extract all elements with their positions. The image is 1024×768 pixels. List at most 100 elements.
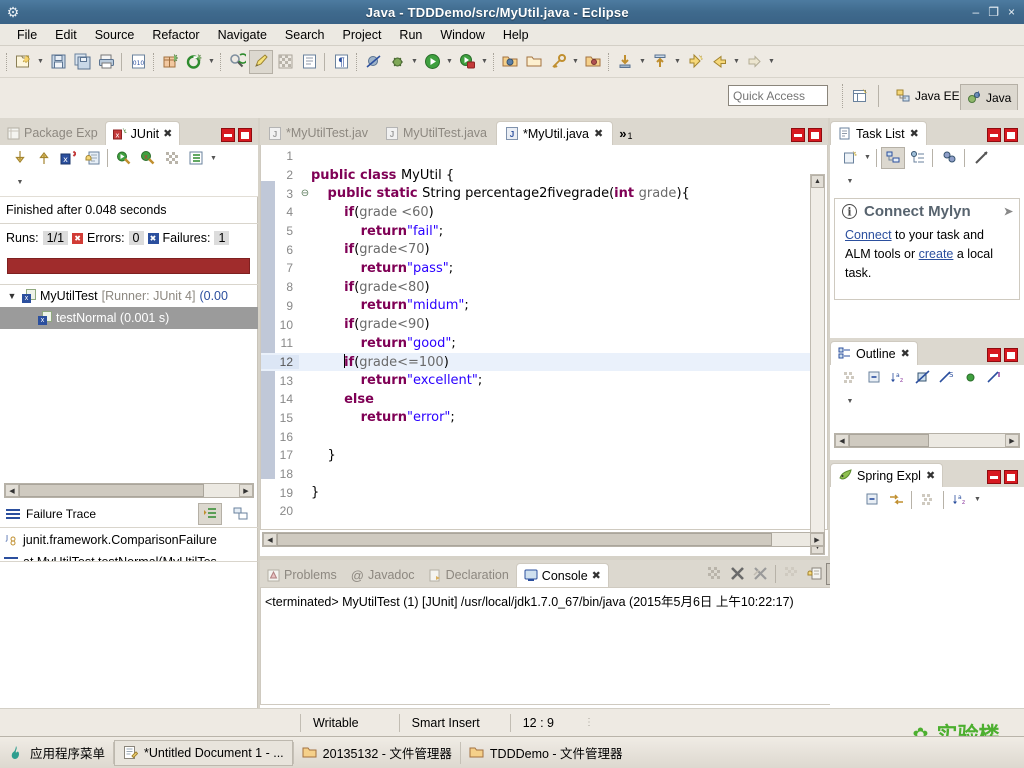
app-menu-button[interactable]: 应用程序菜单 — [0, 740, 113, 766]
code-line[interactable]: 11 return"good"; — [261, 334, 821, 353]
create-link[interactable]: create — [919, 247, 954, 261]
menu-file[interactable]: File — [8, 26, 46, 44]
next-failure-icon[interactable] — [8, 147, 32, 169]
editor-maximize-button[interactable] — [808, 128, 822, 142]
open-file-icon[interactable] — [498, 50, 522, 74]
new-task-dropdown-icon[interactable]: ▼ — [862, 146, 873, 170]
tab-declaration[interactable]: Declaration — [422, 563, 516, 587]
new-class-dropdown-icon[interactable]: ▼ — [206, 50, 217, 74]
editor-text-area[interactable]: 1 2 public class MyUtil {3 ⊖ public static … — [260, 145, 828, 555]
tab-spring-explorer[interactable]: Spring Expl ✖ — [830, 463, 944, 487]
task-list-maximize-button[interactable] — [1004, 128, 1018, 142]
menu-edit[interactable]: Edit — [46, 26, 86, 44]
rerun-failed-tests-icon[interactable]: x — [136, 147, 160, 169]
tree-row[interactable]: x testNormal (0.001 s) — [0, 307, 258, 329]
scheduled-presentation-icon[interactable] — [905, 147, 929, 169]
code-line[interactable]: 9 return"midum"; — [261, 297, 821, 316]
spring-minimize-button[interactable] — [987, 470, 1001, 484]
pilcrow-icon[interactable]: ¶ — [329, 50, 353, 74]
upload-dropdown-icon[interactable]: ▼ — [672, 50, 683, 74]
scrollbar-thumb[interactable] — [19, 484, 204, 497]
collapse-all-icon[interactable] — [862, 367, 886, 389]
new-perspective-icon[interactable] — [850, 86, 870, 106]
code-line[interactable]: 5 return"fail"; — [261, 222, 821, 241]
task-list-minimize-button[interactable] — [987, 128, 1001, 142]
rerun-test-icon[interactable] — [112, 147, 136, 169]
junit-minimize-button[interactable] — [221, 128, 235, 142]
tab-spring-explorer-close-icon[interactable]: ✖ — [926, 469, 935, 482]
stop-test-icon[interactable] — [160, 147, 184, 169]
run-icon[interactable] — [420, 50, 444, 74]
hide-non-public-icon[interactable] — [958, 367, 982, 389]
junit-tree-horizontal-scrollbar[interactable]: ◀ ▶ — [4, 483, 254, 498]
download-dropdown-icon[interactable]: ▼ — [637, 50, 648, 74]
collapse-all-icon[interactable] — [860, 489, 884, 511]
back-dropdown-icon[interactable]: ▼ — [731, 50, 742, 74]
code-line[interactable]: 14 else — [261, 390, 821, 409]
debug-dropdown-icon[interactable]: ▼ — [409, 50, 420, 74]
menu-refactor[interactable]: Refactor — [143, 26, 208, 44]
scrollbar-thumb[interactable] — [277, 533, 772, 546]
code-line[interactable]: 3 ⊖ public static String percentage2fiveg… — [261, 184, 821, 203]
scroll-lock-icon[interactable] — [80, 147, 104, 169]
toggle-mark-occurrences-icon[interactable] — [249, 49, 273, 74]
taskbar-item-tdddemo[interactable]: TDDDemo - 文件管理器 — [461, 740, 631, 766]
upload-icon[interactable] — [648, 50, 672, 74]
new-task-icon[interactable] — [838, 147, 862, 169]
remove-all-launches-icon[interactable] — [749, 563, 772, 585]
fold-collapse-icon[interactable]: ⊖ — [299, 188, 311, 199]
code-line[interactable]: 20 — [261, 502, 821, 521]
tab-task-list-close-icon[interactable]: ✖ — [910, 127, 919, 140]
forward-dropdown-icon[interactable]: ▼ — [766, 50, 777, 74]
stack-trace-filter-icon[interactable] — [228, 503, 252, 525]
menu-run[interactable]: Run — [390, 26, 431, 44]
restore-button[interactable]: ❐ — [988, 5, 999, 19]
focus-on-workweek-icon[interactable] — [937, 147, 961, 169]
chevron-down-icon[interactable]: ▼ — [6, 291, 18, 301]
test-run-history-icon[interactable] — [184, 147, 208, 169]
clear-console-icon[interactable] — [780, 563, 803, 585]
spring-maximize-button[interactable] — [1004, 470, 1018, 484]
hide-fields-icon[interactable] — [910, 367, 934, 389]
editor-vertical-scrollbar[interactable]: ▲ ▼ — [810, 174, 825, 555]
code-line[interactable]: 15 return"error"; — [261, 409, 821, 428]
tab-outline[interactable]: Outline ✖ — [830, 341, 918, 365]
outline-chevron-down-icon[interactable]: ▼ — [838, 389, 862, 413]
code-line[interactable]: 17 } — [261, 446, 821, 465]
scroll-left-arrow-icon[interactable]: ◀ — [835, 434, 849, 447]
sort-icon[interactable]: az — [886, 367, 910, 389]
back-highlight-icon[interactable] — [683, 50, 707, 74]
open-resource-icon[interactable] — [581, 50, 605, 74]
scroll-left-arrow-icon[interactable]: ◀ — [5, 484, 19, 497]
scroll-right-arrow-icon[interactable]: ▶ — [810, 533, 824, 546]
code-line[interactable]: 7 return"pass"; — [261, 259, 821, 278]
hide-local-types-icon[interactable] — [982, 367, 1006, 389]
code-line[interactable]: 13 return"excellent"; — [261, 371, 821, 390]
hide-static-icon[interactable]: S — [934, 367, 958, 389]
scroll-lock-icon[interactable] — [803, 563, 826, 585]
print-icon[interactable] — [94, 50, 118, 74]
source-code[interactable]: 1 2 public class MyUtil {3 ⊖ public static … — [261, 147, 821, 521]
link-with-editor-icon[interactable] — [884, 489, 908, 511]
code-line[interactable]: 1 — [261, 147, 821, 166]
new-wizard-icon[interactable] — [11, 50, 35, 74]
junit-maximize-button[interactable] — [238, 128, 252, 142]
open-type-icon[interactable] — [225, 50, 249, 74]
new-folder-icon[interactable] — [522, 50, 546, 74]
download-icon[interactable] — [613, 50, 637, 74]
run-external-tools-icon[interactable] — [455, 50, 479, 74]
categorized-presentation-icon[interactable] — [881, 146, 905, 169]
scroll-up-arrow-icon[interactable]: ▲ — [811, 175, 824, 188]
outline-minimize-button[interactable] — [987, 348, 1001, 362]
editor-overflow-icon[interactable]: » — [619, 126, 626, 141]
show-failures-only-icon[interactable]: x ✖ — [56, 147, 80, 169]
editor-tab-myutiltest-dirty[interactable]: J *MyUtilTest.jav — [260, 121, 377, 145]
code-line[interactable]: 10 if(grade<90) — [261, 315, 821, 334]
quick-access-input[interactable] — [728, 85, 828, 106]
search-icon[interactable] — [273, 50, 297, 74]
perspective-java[interactable]: J Java — [960, 84, 1019, 110]
list-item[interactable]: J junit.framework.ComparisonFailure — [0, 529, 258, 551]
forward-icon[interactable] — [742, 50, 766, 74]
tree-row[interactable]: ▼ x MyUtilTest [Runner: JUnit 4] (0.00 — [0, 285, 258, 307]
scroll-right-arrow-icon[interactable]: ▶ — [239, 484, 253, 497]
